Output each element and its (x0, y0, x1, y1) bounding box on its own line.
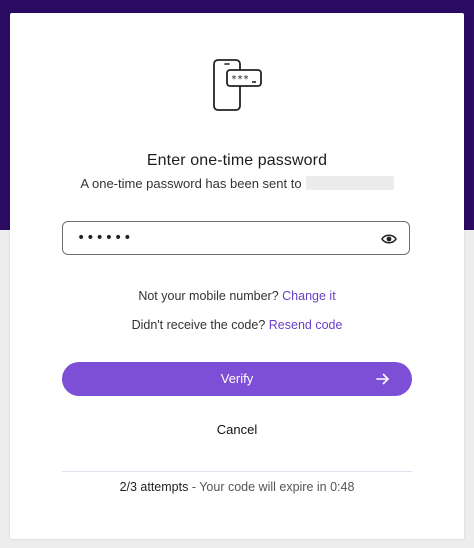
subtitle: A one-time password has been sent to (10, 176, 464, 191)
phone-password-icon: *** (213, 59, 262, 111)
page-title: Enter one-time password (146, 152, 328, 169)
resend-prompt: Didn't receive the code? (131, 318, 266, 332)
divider (62, 471, 412, 472)
change-number-link[interactable]: Change it (282, 289, 336, 303)
svg-text:***: *** (231, 74, 249, 85)
attempts-status: 2/3 attempts - Your code will expire in … (10, 480, 464, 494)
mobile-number-prompt: Not your mobile number? (138, 289, 279, 303)
resend-code-link[interactable]: Resend code (269, 318, 343, 332)
attempts-count: 2/3 attempts (119, 480, 189, 494)
otp-input[interactable]: •••••• (62, 221, 410, 255)
redacted-phone-number (305, 176, 394, 190)
subtitle-text: A one-time password has been sent to (80, 176, 302, 191)
resend-row: Didn't receive the code? Resend code (10, 318, 464, 332)
arrow-right-icon (376, 373, 389, 385)
verify-button-label: Verify (220, 371, 254, 386)
otp-dialog: *** Enter one-time password A one-time p… (10, 13, 464, 539)
verify-button[interactable]: Verify (62, 362, 412, 396)
otp-input-value: •••••• (77, 230, 133, 246)
eye-icon[interactable] (381, 233, 397, 245)
cancel-button[interactable]: Cancel (10, 422, 464, 437)
mobile-number-row: Not your mobile number? Change it (10, 289, 464, 303)
code-expiry-text: - Your code will expire in 0:48 (188, 480, 355, 494)
